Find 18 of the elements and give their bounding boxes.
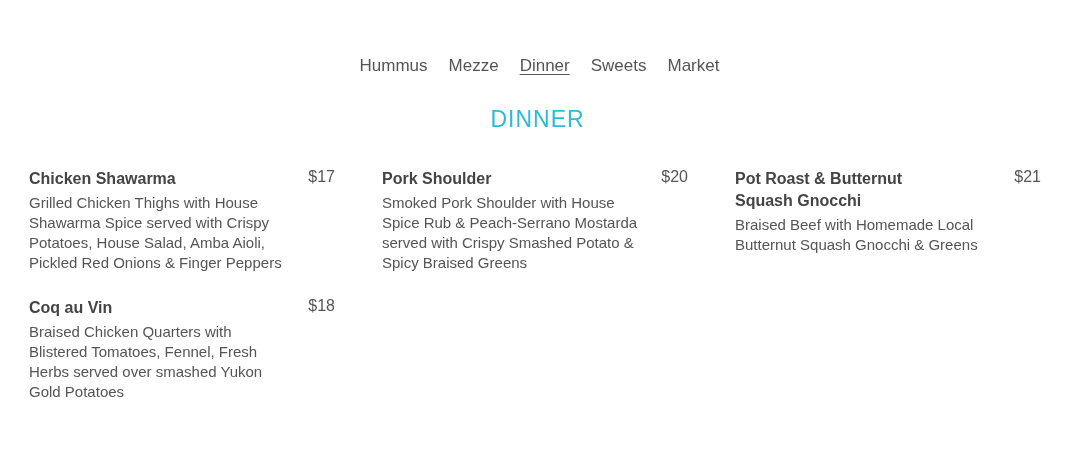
dish-description: Braised Chicken Quarters with Blistered Tomatoes, Fennel, Fresh Herbs served over smashed Yukon Gold Potatoes — [29, 322, 264, 402]
dish-description: Braised Beef with Homemade Local Butternut Squash Gnocchi & Greens — [735, 215, 979, 255]
dish-price: $17 — [308, 168, 335, 186]
nav-link[interactable]: Hummus — [359, 54, 428, 78]
dish-name: Chicken Shawarma — [29, 169, 176, 189]
dish-name: Coq au Vin — [29, 298, 113, 318]
dish-price: $21 — [1014, 168, 1041, 186]
dish-price: $18 — [308, 297, 335, 315]
nav-link[interactable]: Market — [667, 54, 720, 78]
nav-link[interactable]: Sweets — [590, 54, 647, 78]
nav-link[interactable]: Mezze — [448, 54, 499, 78]
dish-description: Smoked Pork Shoulder with House Spice Rub & Peach-Serrano Mostarda served with Crispy Smashed Potato & Spicy Braised Greens — [382, 193, 639, 273]
dish-name: Pork Shoulder — [382, 169, 492, 189]
dish-description: Grilled Chicken Thighs with House Shawarma Spice served with Crispy Potatoes, House Salad, Amba Aioli, Pickled Red Onions & Finger Peppers — [29, 193, 283, 273]
dish-price: $20 — [661, 168, 688, 186]
section-title: DINNER — [489, 106, 586, 133]
dish-name: Pot Roast & Butternut Squash Gnocchi — [735, 169, 904, 211]
nav-link[interactable]: Dinner — [519, 54, 570, 78]
